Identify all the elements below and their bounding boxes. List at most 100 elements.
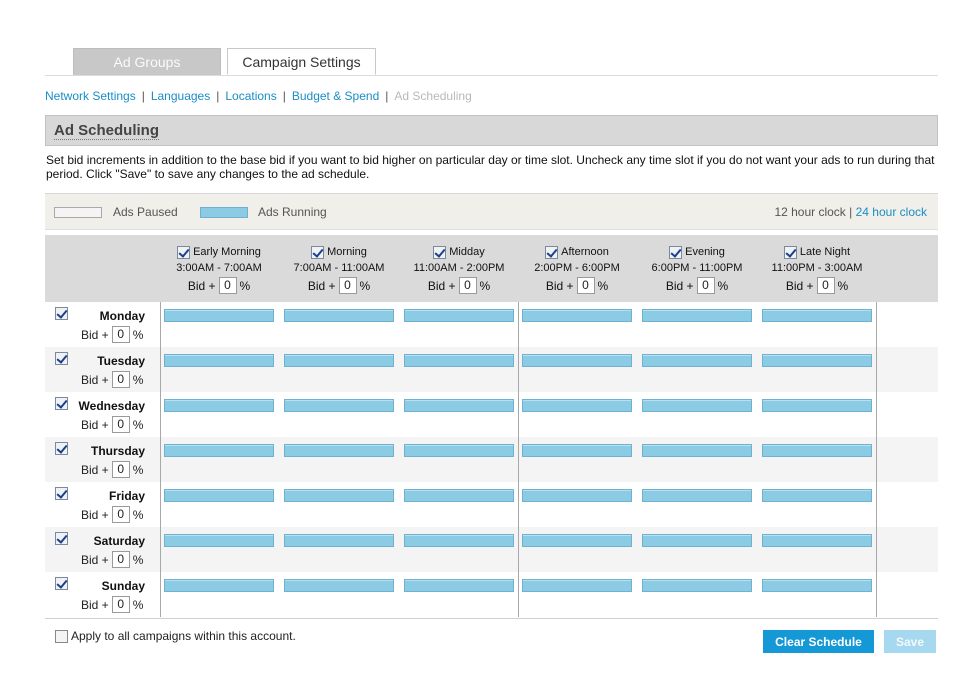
bid-prefix: Bid + — [187, 278, 216, 293]
day-bid-input[interactable]: 0 — [111, 596, 130, 613]
bid-suffix: % — [837, 278, 849, 293]
day-bid-input[interactable]: 0 — [111, 416, 130, 433]
time-slot-checkbox[interactable] — [545, 245, 559, 259]
time-slot-header: Early Morning 3:00AM - 7:00AM Bid +0% Morni… — [45, 235, 938, 302]
bid-suffix: % — [132, 462, 144, 477]
schedule-slot-running[interactable] — [642, 309, 752, 322]
day-checkbox[interactable] — [55, 442, 68, 455]
time-slot-checkbox[interactable] — [311, 245, 325, 259]
time-slot-range: 2:00PM - 6:00PM — [534, 262, 620, 274]
day-bid-input[interactable]: 0 — [111, 326, 130, 343]
time-slot-bid-input[interactable]: 0 — [338, 277, 357, 294]
schedule-slot-running[interactable] — [642, 354, 752, 367]
schedule-slot-running[interactable] — [404, 444, 514, 457]
day-bid-input[interactable]: 0 — [111, 506, 130, 523]
day-checkbox[interactable] — [55, 397, 68, 410]
day-checkbox[interactable] — [55, 352, 68, 365]
schedule-slot-running[interactable] — [284, 534, 394, 547]
schedule-slot-running[interactable] — [164, 444, 274, 457]
day-checkbox[interactable] — [55, 532, 68, 545]
bid-prefix: Bid + — [427, 278, 456, 293]
clock-24-hour-link[interactable]: 24 hour clock — [856, 205, 927, 219]
schedule-slot-running[interactable] — [404, 309, 514, 322]
schedule-slot-running[interactable] — [284, 309, 394, 322]
schedule-slot-running[interactable] — [284, 399, 394, 412]
time-slot-bid-input[interactable]: 0 — [696, 277, 715, 294]
day-bid-input[interactable]: 0 — [111, 551, 130, 568]
schedule-slot-running[interactable] — [284, 579, 394, 592]
schedule-slot-running[interactable] — [762, 309, 872, 322]
time-slot-bid-input[interactable]: 0 — [816, 277, 835, 294]
schedule-slot-running[interactable] — [642, 489, 752, 502]
schedule-slot-running[interactable] — [404, 534, 514, 547]
schedule-slot-running[interactable] — [522, 309, 632, 322]
schedule-slot-running[interactable] — [164, 489, 274, 502]
time-slot-bid: Bid +0% — [164, 277, 274, 294]
save-button[interactable]: Save — [884, 630, 936, 653]
day-checkbox[interactable] — [55, 307, 68, 320]
day-bid-input[interactable]: 0 — [111, 371, 130, 388]
schedule-slot-running[interactable] — [164, 399, 274, 412]
schedule-slot-running[interactable] — [522, 354, 632, 367]
subnav-languages[interactable]: Languages — [151, 89, 210, 103]
schedule-slot-running[interactable] — [762, 489, 872, 502]
ads-paused-label: Ads Paused — [113, 205, 178, 219]
time-slot-column: Evening 6:00PM - 11:00PM Bid +0% — [642, 245, 752, 294]
schedule-slot-running[interactable] — [522, 579, 632, 592]
time-slot-name-line: Afternoon — [522, 245, 632, 259]
time-slot-name: Midday — [449, 246, 485, 258]
schedule-slot-running[interactable] — [164, 354, 274, 367]
schedule-slot-running[interactable] — [284, 489, 394, 502]
schedule-slot-running[interactable] — [642, 579, 752, 592]
time-slot-bid-input[interactable]: 0 — [576, 277, 595, 294]
subnav-budget-spend[interactable]: Budget & Spend — [292, 89, 379, 103]
subnav-locations[interactable]: Locations — [225, 89, 276, 103]
apply-all-checkbox[interactable] — [55, 629, 68, 643]
schedule-slot-running[interactable] — [404, 579, 514, 592]
schedule-slot-running[interactable] — [762, 399, 872, 412]
time-slot-range: 7:00AM - 11:00AM — [293, 262, 385, 274]
schedule-slot-running[interactable] — [642, 444, 752, 457]
day-bid-input[interactable]: 0 — [111, 461, 130, 478]
schedule-slot-running[interactable] — [164, 534, 274, 547]
schedule-slot-running[interactable] — [284, 354, 394, 367]
tab-campaign-settings[interactable]: Campaign Settings — [227, 48, 376, 75]
schedule-slot-running[interactable] — [404, 399, 514, 412]
time-slot-bid: Bid +0% — [284, 277, 394, 294]
day-bid: Bid +0% — [81, 416, 143, 433]
clear-schedule-button[interactable]: Clear Schedule — [763, 630, 874, 653]
time-slot-bid-input[interactable]: 0 — [218, 277, 237, 294]
schedule-slot-running[interactable] — [404, 354, 514, 367]
schedule-slot-running[interactable] — [762, 444, 872, 457]
time-slot-name: Late Night — [799, 246, 851, 258]
time-slot-name: Evening — [685, 246, 725, 258]
subnav-ad-scheduling: Ad Scheduling — [394, 89, 472, 103]
schedule-slot-running[interactable] — [404, 489, 514, 502]
time-slot-checkbox[interactable] — [669, 245, 683, 259]
schedule-slot-running[interactable] — [522, 444, 632, 457]
schedule-slot-running[interactable] — [762, 354, 872, 367]
schedule-slot-running[interactable] — [284, 444, 394, 457]
day-checkbox[interactable] — [55, 577, 68, 590]
day-bid: Bid +0% — [81, 596, 143, 613]
bid-suffix: % — [132, 552, 144, 567]
subnav-network-settings[interactable]: Network Settings — [45, 89, 136, 103]
time-slot-checkbox[interactable] — [433, 245, 447, 259]
schedule-slot-running[interactable] — [762, 534, 872, 547]
time-slot-checkbox[interactable] — [177, 245, 191, 259]
schedule-slot-running[interactable] — [762, 579, 872, 592]
time-slot-column: Afternoon 2:00PM - 6:00PM Bid +0% — [522, 245, 632, 294]
apply-all-campaigns[interactable]: Apply to all campaigns within this accou… — [55, 629, 296, 643]
tab-ad-groups[interactable]: Ad Groups — [73, 48, 221, 75]
schedule-slot-running[interactable] — [522, 534, 632, 547]
schedule-slot-running[interactable] — [522, 399, 632, 412]
schedule-slot-running[interactable] — [522, 489, 632, 502]
schedule-slot-running[interactable] — [164, 309, 274, 322]
schedule-slot-running[interactable] — [642, 534, 752, 547]
schedule-slot-running[interactable] — [164, 579, 274, 592]
day-checkbox[interactable] — [55, 487, 68, 500]
schedule-slot-running[interactable] — [642, 399, 752, 412]
time-slot-bid-input[interactable]: 0 — [458, 277, 477, 294]
day-bid: Bid +0% — [81, 371, 143, 388]
time-slot-checkbox[interactable] — [783, 245, 797, 259]
